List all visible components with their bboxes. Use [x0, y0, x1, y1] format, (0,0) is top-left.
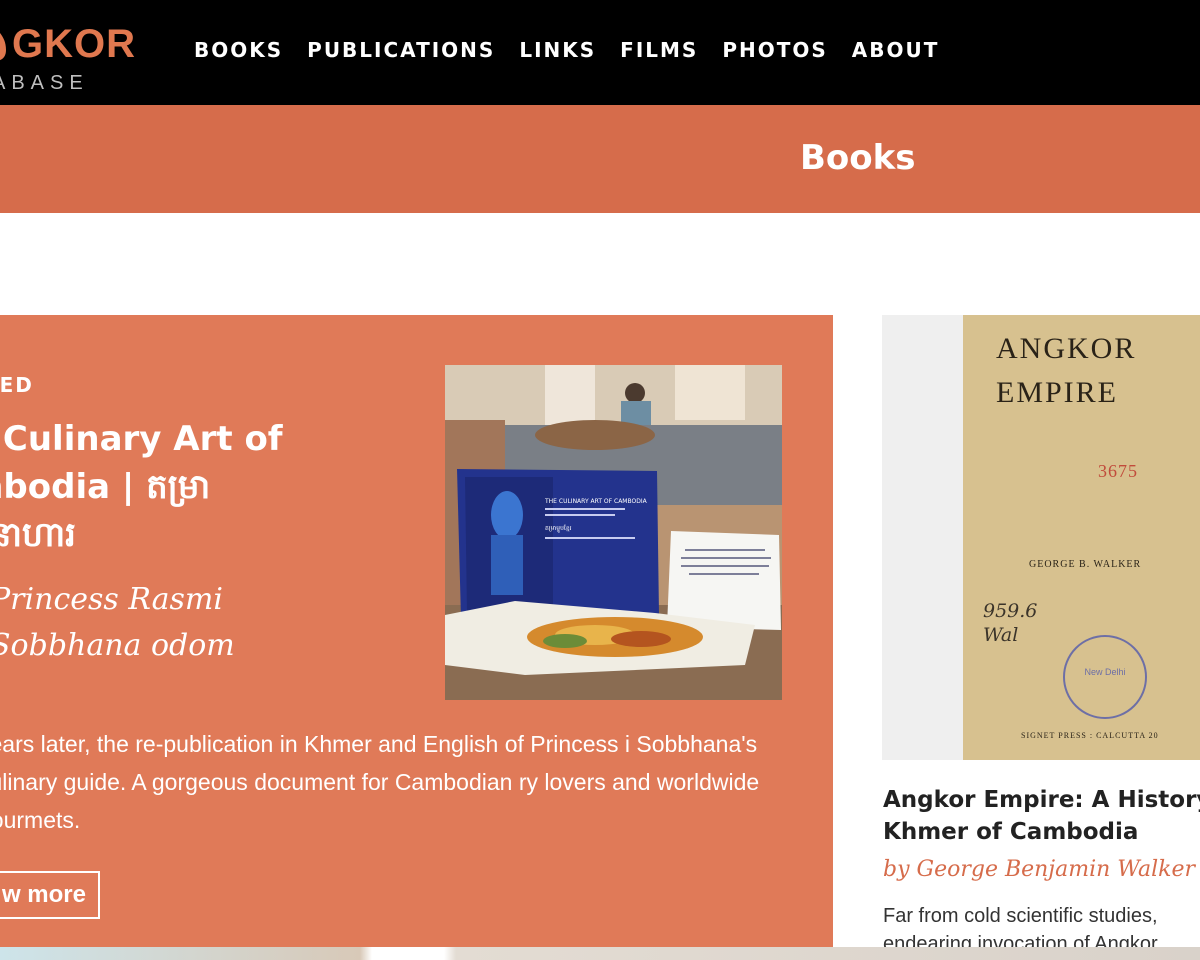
stamp-text: New Delhi — [1084, 667, 1126, 677]
cover-title: ANGKOR EMPIRE — [996, 332, 1137, 409]
nav-films[interactable]: FILMS — [620, 36, 698, 64]
photo-book-khmer: តម្រាម្ហូបខ្មែរ — [545, 524, 572, 533]
side-book-title-line1: Angkor Empire: A History — [883, 787, 1200, 813]
nav-links[interactable]: LINKS — [519, 36, 596, 64]
side-book-title-line2: Khmer of Cambodia — [883, 819, 1139, 845]
featured-book-title[interactable]: e Culinary Art of mbodia | តម្រា ជនាហារ — [0, 415, 328, 559]
cover-number: 3675 — [1098, 461, 1138, 481]
logo-wordmark: GKOR — [0, 24, 136, 64]
site-logo[interactable]: GKOR ABASE — [0, 18, 150, 98]
logo-text: GKOR — [12, 22, 136, 66]
cover-shelfmark: 959.6 Wal — [983, 600, 1038, 646]
cover-author: GEORGE B. WALKER — [1029, 559, 1142, 570]
logo-subtitle: ABASE — [0, 72, 89, 94]
side-book-cover[interactable]: ANGKOR EMPIRE 3675 GEORGE B. WALKER 959.… — [963, 315, 1200, 760]
featured-label: URED — [0, 373, 34, 397]
view-more-button[interactable]: w more — [0, 871, 100, 919]
featured-book-author: Princess Rasmi Sobbhana odom — [0, 582, 235, 663]
page-title: Books — [800, 138, 916, 178]
cover-publisher: SIGNET PRESS : CALCUTTA 20 — [1021, 731, 1159, 740]
photo-book-title: THE CULINARY ART OF CAMBODIA — [544, 498, 648, 505]
nav-about[interactable]: ABOUT — [852, 36, 940, 64]
featured-book-card: URED e Culinary Art of mbodia | តម្រា ជន… — [0, 315, 833, 955]
featured-book-description: years later, the re-publication in Khmer… — [0, 731, 760, 833]
book-photo-illustration: THE CULINARY ART OF CAMBODIA តម្រាម្ហូបខ… — [445, 365, 782, 700]
nav-photos[interactable]: PHOTOS — [722, 36, 827, 64]
library-stamp: New Delhi — [1063, 635, 1147, 719]
nav-books[interactable]: BOOKS — [194, 36, 283, 64]
main-nav: BOOKS PUBLICATIONS LINKS FILMS PHOTOS AB… — [194, 36, 939, 64]
logo-stupa-icon — [0, 33, 6, 61]
next-row-preview — [0, 947, 1200, 960]
side-book-title[interactable]: Angkor Empire: A History Khmer of Cambod… — [883, 784, 1200, 848]
nav-publications[interactable]: PUBLICATIONS — [307, 36, 495, 64]
page-banner: Books — [0, 105, 1200, 213]
side-book-author: by George Benjamin Walker — [883, 857, 1196, 882]
featured-book-photo[interactable]: THE CULINARY ART OF CAMBODIA តម្រាម្ហូបខ… — [445, 365, 782, 700]
top-navigation-bar: GKOR ABASE BOOKS PUBLICATIONS LINKS FILM… — [0, 0, 1200, 105]
